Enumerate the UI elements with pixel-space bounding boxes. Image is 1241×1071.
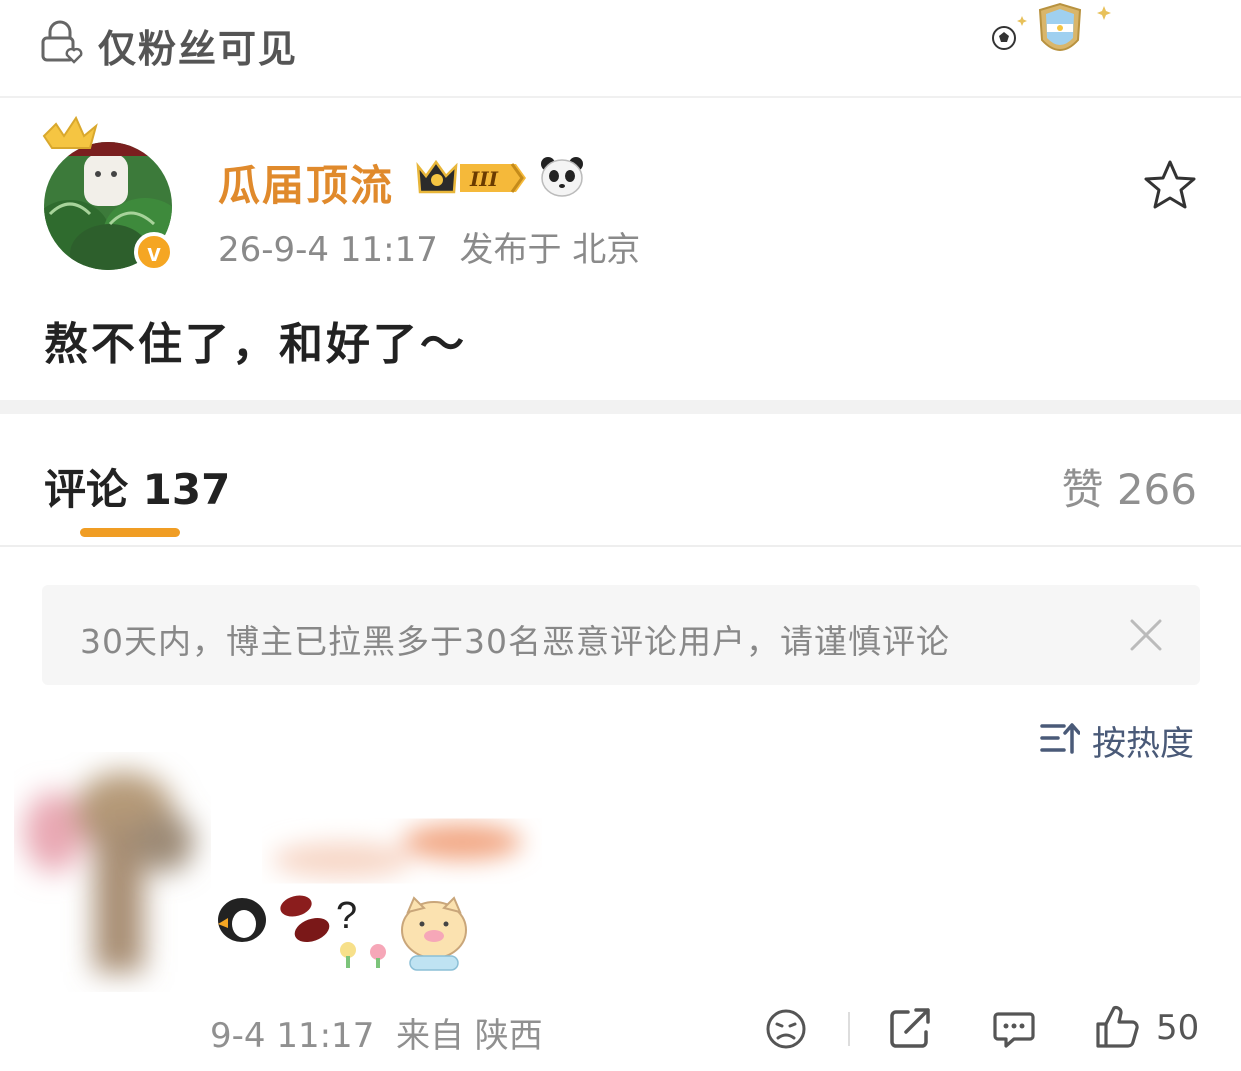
argentina-badge-icon — [992, 2, 1111, 51]
post-date: 26-9-4 11:17 — [218, 230, 438, 270]
tab-likes[interactable]: 赞 266 — [1061, 456, 1197, 517]
svg-text:v: v — [147, 240, 161, 267]
visibility-label: 仅粉丝可见 — [98, 27, 299, 71]
lock-heart-icon — [41, 20, 83, 64]
cat-sticker-icon — [401, 896, 467, 971]
author-avatar[interactable]: v — [40, 114, 180, 274]
close-icon[interactable] — [1126, 615, 1166, 655]
share-icon[interactable] — [888, 1006, 934, 1050]
level-text: III — [469, 167, 499, 191]
post-meta: 26-9-4 11:17 发布于 北京 — [218, 222, 640, 271]
like-button[interactable]: 50 — [1094, 1004, 1204, 1050]
dislike-face-icon[interactable] — [764, 1008, 808, 1050]
panda-icon — [541, 157, 583, 197]
divider — [0, 545, 1241, 547]
commenter-avatar-blurred[interactable] — [14, 752, 214, 992]
flowers-icon — [340, 942, 386, 968]
comment-meta: 9-4 11:17 来自 陕西 — [210, 1008, 543, 1057]
sort-icon — [1040, 723, 1080, 754]
comment-bubble-icon[interactable] — [992, 1008, 1036, 1050]
comment-notice-banner: 30天内，博主已拉黑多于30名恶意评论用户，请谨慎评论 — [42, 585, 1200, 685]
post-text: 熬不住了，和好了～ — [44, 319, 467, 370]
thumbs-up-icon — [1096, 1005, 1139, 1048]
notice-text: 30天内，博主已拉黑多于30名恶意评论用户，请谨慎评论 — [80, 622, 950, 661]
crown-level-badge: III — [416, 159, 526, 194]
post-location: 发布于 北京 — [459, 230, 641, 270]
like-count: 50 — [1156, 1008, 1200, 1048]
comment-source: 来自 陕西 — [395, 1016, 543, 1056]
favorite-star-icon[interactable] — [1142, 158, 1198, 212]
tab-comments[interactable]: 评论 137 — [44, 456, 230, 517]
active-tab-indicator — [80, 528, 180, 537]
comment-date: 9-4 11:17 — [210, 1016, 375, 1056]
commenter-name-blurred[interactable] — [262, 812, 542, 892]
comment-emoji-row: ? — [218, 895, 467, 971]
beans-icon — [280, 895, 330, 943]
author-name[interactable]: 瓜届顶流 — [218, 152, 394, 213]
penguin-icon — [218, 898, 266, 942]
question-mark: ? — [336, 895, 357, 937]
sort-label: 按热度 — [1092, 724, 1194, 764]
action-separator — [848, 1012, 850, 1046]
section-gap — [0, 400, 1241, 414]
